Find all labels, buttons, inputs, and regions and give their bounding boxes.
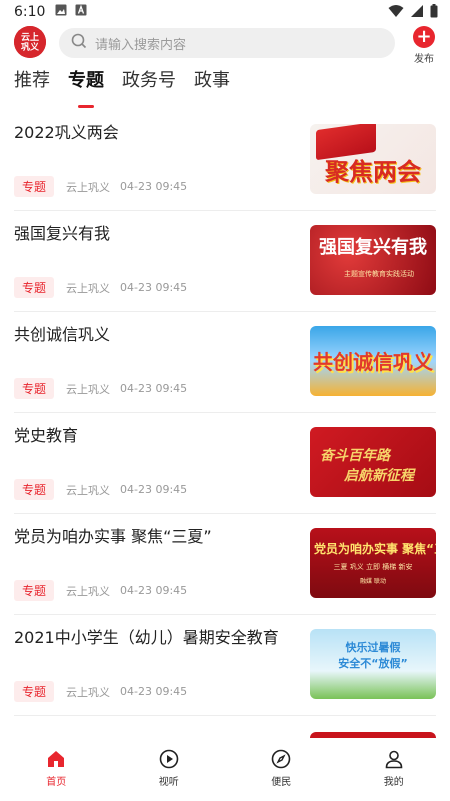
play-icon [113,748,226,770]
thumbnail-subtext: 主题宣传教育实践活动 [344,270,414,278]
article-meta: 专题 云上巩义 04-23 09:45 [14,176,187,197]
thumbnail-text-line2: 安全不“放假” [338,657,408,670]
article-title: 2022巩义两会 [14,123,119,142]
list-item[interactable]: 党员为咱办实事 聚焦“三夏” 专题 云上巩义 04-23 09:45 党员为咱办… [14,514,436,615]
thumbnail-text-line1: 奋斗百年路 [320,448,390,464]
thumbnail-subtext: 三夏 巩义 立即 横梯 新安 [333,563,413,571]
nav-profile[interactable]: 我的 [338,742,450,801]
article-time: 04-23 09:45 [120,382,188,395]
article-source: 云上巩义 [66,584,111,598]
header: 云上 巩义 请输入搜索内容 + 发布 [0,26,450,65]
article-title: 2021中小学生（幼儿）暑期安全教育 [14,628,279,647]
wifi-icon [388,4,404,22]
search-bar[interactable]: 请输入搜索内容 [59,28,395,58]
status-time: 6:10 [14,4,46,20]
article-thumbnail: 聚焦两会 [310,124,436,194]
search-placeholder: 请输入搜索内容 [95,37,187,53]
article-meta: 专题 云上巩义 04-23 09:45 [14,479,187,500]
article-time: 04-23 09:45 [120,180,188,193]
signal-icon [410,4,424,22]
list-item[interactable]: 强国复兴有我 专题 云上巩义 04-23 09:45 强国复兴有我 主题宣传教育… [14,211,436,312]
article-thumbnail: 强国复兴有我 主题宣传教育实践活动 [310,225,436,295]
publish-label: 发布 [414,54,434,65]
a-notification-icon [75,4,87,20]
article-source: 云上巩义 [66,382,111,396]
article-thumbnail: 共创诚信巩义 [310,326,436,396]
app-logo: 云上 巩义 [14,26,46,58]
thumbnail-text: 强国复兴有我 [319,237,427,258]
tab-government-affairs[interactable]: 政事 [194,66,230,100]
article-thumbnail: 党员为咱办实事 聚焦“三夏” 三夏 巩义 立即 横梯 新安 融媒 联动 [310,528,436,598]
tab-government-accounts[interactable]: 政务号 [122,66,176,100]
article-list: 2022巩义两会 专题 云上巩义 04-23 09:45 聚焦两会 强国复兴有我… [0,110,450,716]
nav-services-label: 便民 [271,777,292,788]
battery-icon [430,4,438,22]
article-title: 党史教育 [14,426,79,445]
thumbnail-text-line1: 快乐过暑假 [345,641,401,654]
nav-home-label: 首页 [46,777,67,788]
partial-article-thumbnail[interactable] [310,732,436,738]
home-icon [0,748,113,770]
article-time: 04-23 09:45 [120,483,188,496]
article-meta: 专题 云上巩义 04-23 09:45 [14,277,187,298]
status-bar: 6:10 [0,0,450,24]
article-thumbnail: 奋斗百年路 启航新征程 [310,427,436,497]
svg-text:云上: 云上 [21,31,39,43]
article-meta: 专题 云上巩义 04-23 09:45 [14,681,187,702]
channel-tabs: 推荐 专题 政务号 政事 [14,66,230,100]
thumbnail-text: 聚焦两会 [325,158,421,186]
topic-badge: 专题 [14,479,55,500]
compass-icon [225,748,338,770]
thumbnail-text: 党员为咱办实事 聚焦“三夏” [314,542,436,556]
list-item[interactable]: 共创诚信巩义 专题 云上巩义 04-23 09:45 共创诚信巩义 [14,312,436,413]
article-time: 04-23 09:45 [120,281,188,294]
thumbnail-text: 共创诚信巩义 [313,350,433,374]
topic-badge: 专题 [14,580,55,601]
image-notification-icon [55,4,67,20]
topic-badge: 专题 [14,681,55,702]
article-title: 共创诚信巩义 [14,325,111,344]
article-title: 强国复兴有我 [14,224,111,243]
article-source: 云上巩义 [66,685,111,699]
article-title: 党员为咱办实事 聚焦“三夏” [14,527,212,546]
thumbnail-text-line2: 启航新征程 [344,468,414,484]
thumbnail-subtext2: 融媒 联动 [360,578,386,585]
article-source: 云上巩义 [66,180,111,194]
article-source: 云上巩义 [66,483,111,497]
svg-text:巩义: 巩义 [21,41,40,53]
list-item[interactable]: 党史教育 专题 云上巩义 04-23 09:45 奋斗百年路 启航新征程 [14,413,436,514]
article-time: 04-23 09:45 [120,685,188,698]
article-source: 云上巩义 [66,281,111,295]
list-item[interactable]: 2022巩义两会 专题 云上巩义 04-23 09:45 聚焦两会 [14,110,436,211]
nav-audiovisual[interactable]: 视听 [113,742,226,801]
status-right [388,4,438,22]
article-meta: 专题 云上巩义 04-23 09:45 [14,580,187,601]
publish-button[interactable]: + 发布 [410,26,438,65]
article-meta: 专题 云上巩义 04-23 09:45 [14,378,187,399]
topic-badge: 专题 [14,277,55,298]
tab-recommend[interactable]: 推荐 [14,66,50,100]
list-item[interactable]: 2021中小学生（幼儿）暑期安全教育 专题 云上巩义 04-23 09:45 快… [14,615,436,716]
topic-badge: 专题 [14,176,55,197]
article-time: 04-23 09:45 [120,584,188,597]
nav-profile-label: 我的 [383,777,404,788]
nav-services[interactable]: 便民 [225,742,338,801]
topic-badge: 专题 [14,378,55,399]
plus-icon: + [413,26,435,48]
article-thumbnail: 快乐过暑假 安全不“放假” [310,629,436,699]
nav-audiovisual-label: 视听 [158,777,179,788]
nav-home[interactable]: 首页 [0,742,113,801]
user-icon [338,748,450,770]
bottom-navigation: 首页 视听 便民 我的 [0,742,450,801]
tab-topics[interactable]: 专题 [68,66,104,100]
search-icon [71,33,87,53]
